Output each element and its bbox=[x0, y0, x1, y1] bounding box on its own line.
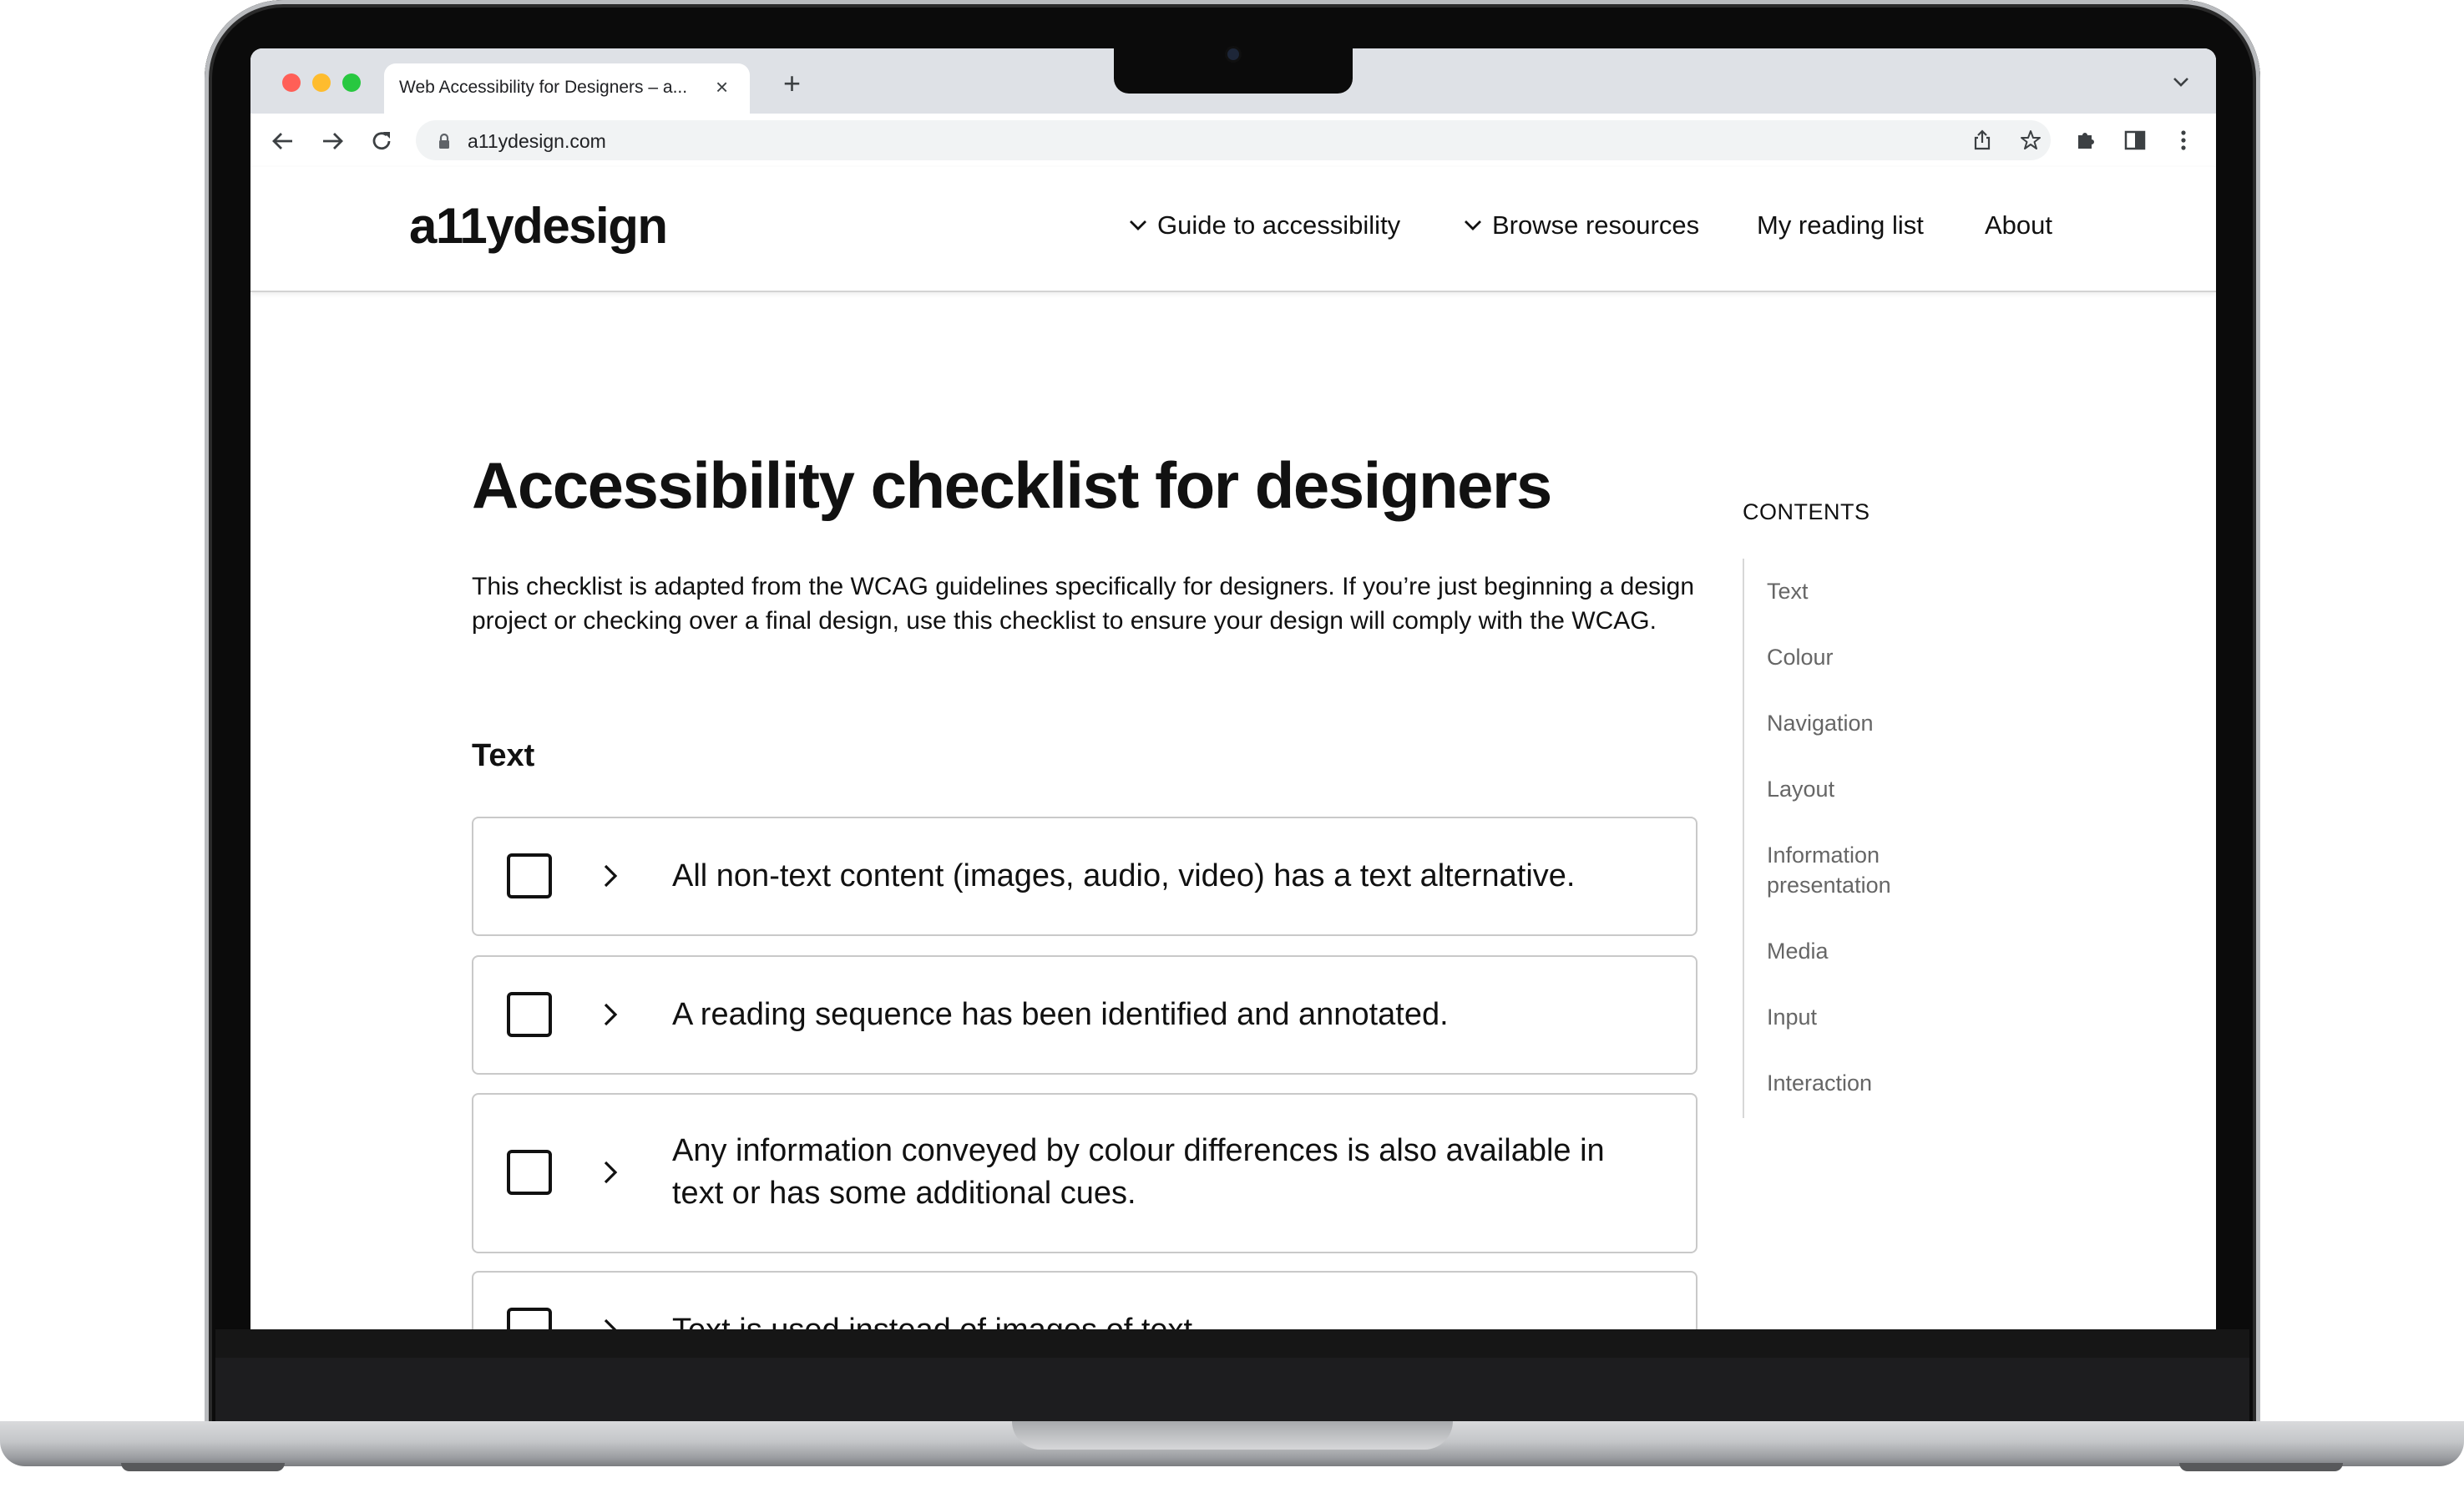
checklist-item[interactable]: Any information conveyed by colour diffe… bbox=[472, 1093, 1697, 1253]
new-tab-button[interactable]: + bbox=[783, 68, 801, 99]
camera-icon bbox=[1227, 48, 1239, 60]
share-icon[interactable] bbox=[1971, 129, 1994, 152]
contents-link-text[interactable]: Text bbox=[1767, 576, 1967, 606]
contents-link-media[interactable]: Media bbox=[1767, 936, 1967, 966]
contents-heading: CONTENTS bbox=[1743, 499, 1870, 524]
nav-label: Browse resources bbox=[1492, 210, 1700, 240]
chevron-right-icon[interactable] bbox=[600, 862, 620, 890]
chevron-right-icon[interactable] bbox=[600, 1316, 620, 1329]
tab-search-chevron-icon[interactable] bbox=[2171, 75, 2191, 89]
nav-about[interactable]: About bbox=[1985, 210, 2052, 240]
nav-browse-resources[interactable]: Browse resources bbox=[1462, 210, 1699, 240]
checklist-item-text: All non-text content (images, audio, vid… bbox=[672, 858, 1576, 893]
nav-guide-to-accessibility[interactable]: Guide to accessibility bbox=[1127, 210, 1400, 240]
side-panel-icon[interactable] bbox=[2122, 128, 2148, 153]
browser-toolbar: a11ydesign.com bbox=[250, 114, 2216, 168]
checklist-item[interactable]: All non-text content (images, audio, vid… bbox=[472, 817, 1697, 936]
checklist-checkbox[interactable] bbox=[507, 992, 552, 1037]
page-title: Accessibility checklist for designers bbox=[472, 448, 1552, 522]
forward-arrow-icon[interactable] bbox=[320, 129, 345, 154]
contents-link-interaction[interactable]: Interaction bbox=[1767, 1068, 1967, 1098]
intro-paragraph: This checklist is adapted from the WCAG … bbox=[472, 573, 1695, 635]
checklist-checkbox[interactable] bbox=[507, 1308, 552, 1329]
checklist-item-text: Text is used instead of images of text. bbox=[672, 1309, 1649, 1329]
extensions-puzzle-icon[interactable] bbox=[2073, 128, 2098, 153]
chevron-right-icon[interactable] bbox=[600, 1000, 620, 1029]
contents-link-input[interactable]: Input bbox=[1767, 1002, 1967, 1032]
screen-bezel-bottom bbox=[215, 1329, 2249, 1358]
more-menu-icon[interactable] bbox=[2171, 128, 2196, 153]
laptop-chin bbox=[215, 1358, 2249, 1425]
checklist-item[interactable]: A reading sequence has been identified a… bbox=[472, 955, 1697, 1075]
section-heading-text: Text bbox=[472, 738, 535, 773]
chevron-right-icon[interactable] bbox=[600, 1158, 620, 1187]
tab-close-icon[interactable]: × bbox=[716, 75, 728, 99]
checklist-item[interactable]: Text is used instead of images of text. bbox=[472, 1271, 1697, 1329]
url-text: a11ydesign.com bbox=[468, 130, 606, 152]
nav-my-reading-list[interactable]: My reading list bbox=[1757, 210, 1924, 240]
contents-link-information-presentation[interactable]: Information presentation bbox=[1767, 840, 1967, 900]
back-arrow-icon[interactable] bbox=[271, 129, 296, 154]
laptop-screen: Web Accessibility for Designers – a... ×… bbox=[250, 48, 2216, 1329]
contents-divider bbox=[1743, 559, 1744, 1118]
contents-link-colour[interactable]: Colour bbox=[1767, 642, 1967, 672]
nav-label: Guide to accessibility bbox=[1157, 210, 1401, 240]
contents-link-layout[interactable]: Layout bbox=[1767, 774, 1967, 804]
address-bar[interactable]: a11ydesign.com bbox=[416, 120, 2051, 160]
bookmark-star-icon[interactable] bbox=[2019, 129, 2042, 152]
zoom-window-button[interactable] bbox=[342, 73, 361, 92]
laptop-opening-groove bbox=[1012, 1421, 1453, 1450]
chevron-down-icon bbox=[1465, 220, 1481, 230]
chevron-down-icon bbox=[1130, 220, 1146, 230]
laptop-foot-right bbox=[2179, 1463, 2343, 1471]
checklist-checkbox[interactable] bbox=[507, 853, 552, 898]
checklist-item-text: A reading sequence has been identified a… bbox=[672, 997, 1449, 1032]
checklist-checkbox[interactable] bbox=[507, 1150, 552, 1195]
contents-link-navigation[interactable]: Navigation bbox=[1767, 708, 1967, 738]
lock-icon[interactable] bbox=[438, 133, 451, 149]
checklist-item-text: Any information conveyed by colour diffe… bbox=[672, 1133, 1605, 1211]
site-logo[interactable]: a11ydesign bbox=[409, 197, 668, 255]
laptop-foot-left bbox=[121, 1463, 285, 1471]
reload-icon[interactable] bbox=[369, 129, 394, 154]
site-header: a11ydesign Guide to accessibility Browse… bbox=[250, 167, 2216, 292]
close-window-button[interactable] bbox=[282, 73, 301, 92]
browser-tab-active[interactable]: Web Accessibility for Designers – a... × bbox=[384, 63, 750, 114]
tab-title: Web Accessibility for Designers – a... bbox=[399, 78, 688, 97]
minimize-window-button[interactable] bbox=[312, 73, 331, 92]
